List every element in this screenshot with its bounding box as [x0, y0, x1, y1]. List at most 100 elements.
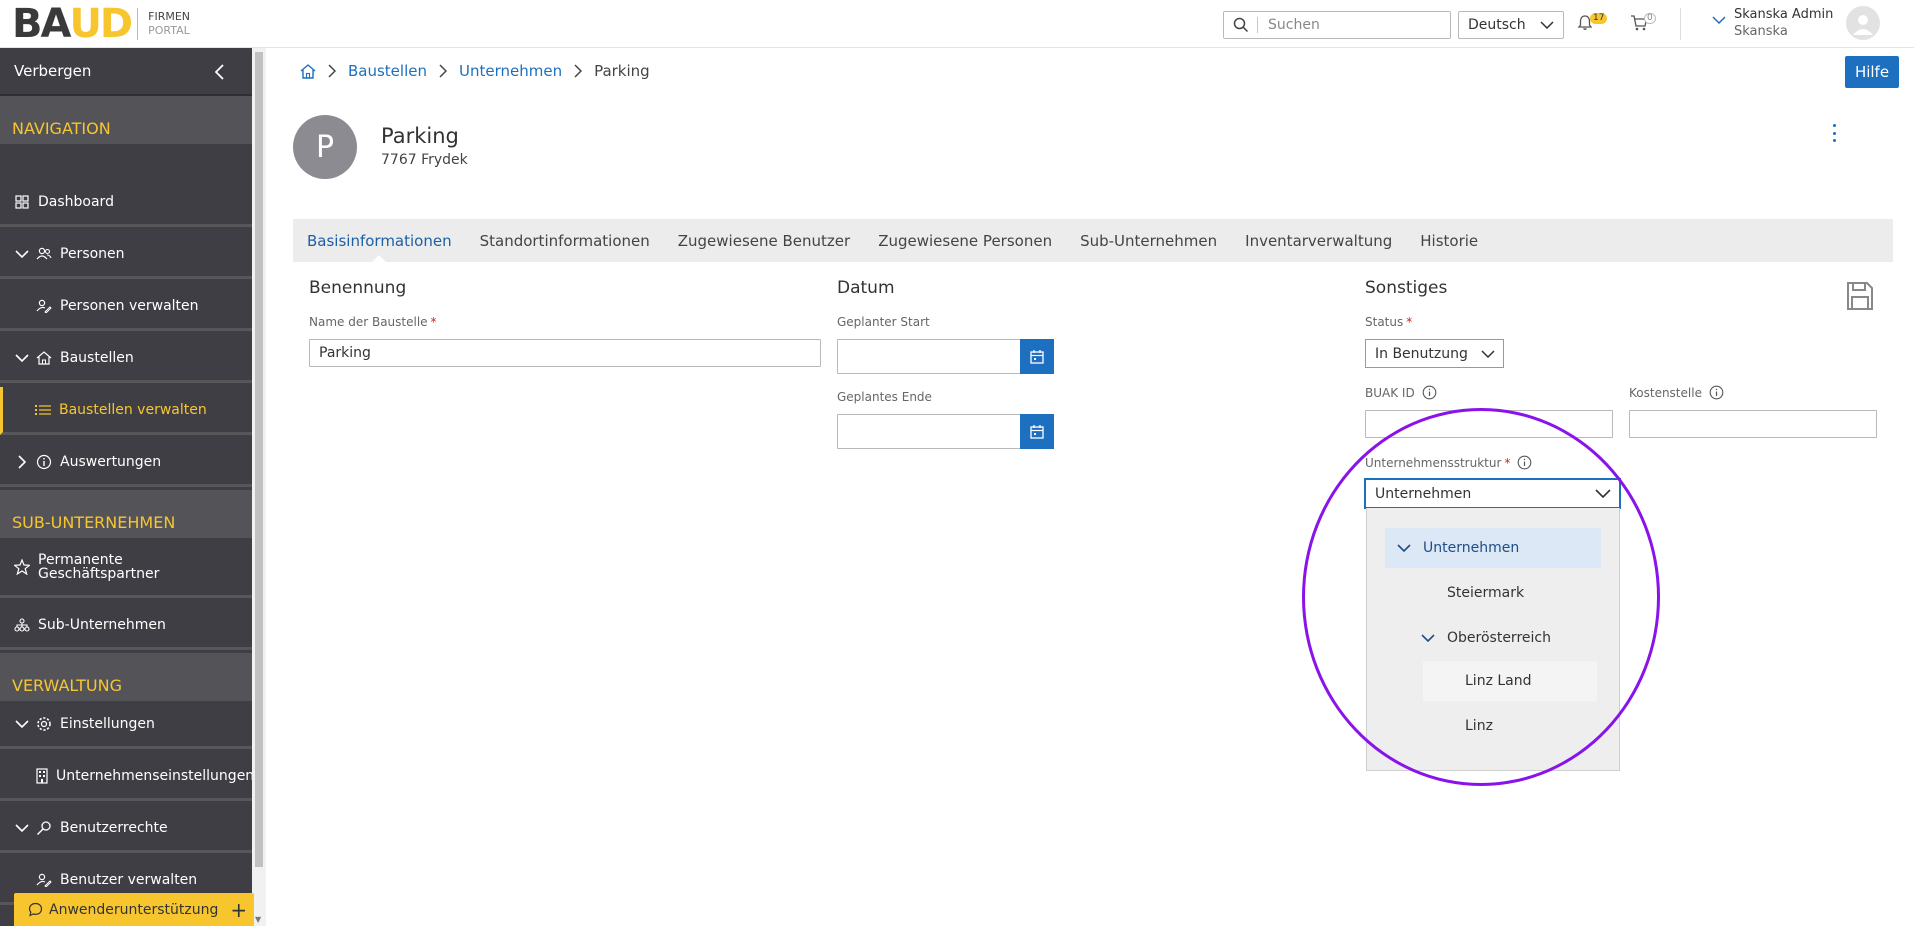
start-date-field[interactable]	[837, 339, 1021, 374]
breadcrumb: Baustellen Unternehmen Parking	[300, 62, 650, 80]
home-icon[interactable]	[300, 63, 316, 79]
calendar-icon	[1030, 349, 1044, 364]
breadcrumb-unternehmen[interactable]: Unternehmen	[459, 62, 562, 80]
sidebar-item-dashboard[interactable]: Dashboard	[0, 179, 252, 227]
sidebar-item-einstellungen[interactable]: Einstellungen	[0, 701, 252, 749]
cart-button[interactable]: 0	[1630, 13, 1660, 36]
search-icon	[1224, 17, 1258, 33]
logo[interactable]: BA UD FIRMEN PORTAL	[12, 4, 190, 44]
chevron-right-icon	[14, 454, 30, 469]
buak-label: BUAK ID	[1365, 385, 1437, 400]
logo-brand-part1: BA	[12, 1, 71, 47]
tree-item-linz[interactable]: Linz	[1465, 706, 1595, 746]
tab-historie[interactable]: Historie	[1406, 219, 1492, 262]
end-date-picker-button[interactable]	[1020, 414, 1054, 449]
sidebar: Verbergen NAVIGATION Dashboard Personen …	[0, 48, 252, 926]
grid-icon	[14, 194, 30, 210]
section-label: SUB-UNTERNEHMEN	[12, 513, 176, 532]
tree-item-label: Linz	[1465, 718, 1493, 734]
tab-inventarverwaltung[interactable]: Inventarverwaltung	[1231, 219, 1406, 262]
tab-standortinformationen[interactable]: Standortinformationen	[466, 219, 664, 262]
end-date-field[interactable]	[837, 414, 1021, 449]
sidebar-section-sub-unternehmen: SUB-UNTERNEHMEN	[0, 490, 252, 538]
chevron-down-icon	[1540, 21, 1554, 29]
save-icon[interactable]	[1846, 279, 1874, 311]
sidebar-item-label: Einstellungen	[60, 715, 155, 732]
user-avatar[interactable]	[1846, 6, 1880, 40]
building-icon	[36, 767, 48, 784]
tree-item-unternehmen[interactable]: Unternehmen	[1385, 528, 1601, 568]
page-subtitle: 7767 Frydek	[381, 152, 468, 168]
chevron-down-icon	[14, 249, 30, 258]
page-title: Parking	[381, 124, 459, 148]
list-icon	[35, 402, 51, 418]
kostenstelle-field[interactable]	[1629, 410, 1877, 438]
sidebar-item-personen[interactable]: Personen	[0, 231, 252, 279]
user-icon	[1853, 15, 1873, 35]
info-circle-icon	[36, 454, 52, 470]
section-label: NAVIGATION	[12, 119, 111, 138]
sidebar-item-benutzerrechte[interactable]: Benutzerrechte	[0, 805, 252, 853]
scroll-down-arrow-icon[interactable]: ▼	[255, 915, 261, 924]
tree-item-oberoesterreich[interactable]: Oberösterreich	[1419, 618, 1599, 658]
sidebar-item-personen-verwalten[interactable]: Personen verwalten	[0, 283, 252, 331]
notifications-button[interactable]: 17	[1576, 13, 1608, 36]
people-icon	[36, 246, 52, 262]
label-text: Geplanter Start	[837, 315, 930, 329]
search-input[interactable]	[1268, 17, 1438, 33]
section-title-sonstiges: Sonstiges	[1365, 278, 1448, 298]
tree-item-steiermark[interactable]: Steiermark	[1447, 573, 1597, 613]
sidebar-item-sub-unternehmen[interactable]: Sub-Unternehmen	[0, 602, 252, 650]
unternehmensstruktur-select[interactable]: Unternehmen	[1364, 478, 1621, 509]
logo-mark: BA UD	[12, 1, 133, 47]
sidebar-scrollbar[interactable]: ▼	[252, 48, 266, 926]
tab-zugewiesene-benutzer[interactable]: Zugewiesene Benutzer	[664, 219, 864, 262]
tab-zugewiesene-personen[interactable]: Zugewiesene Personen	[864, 219, 1066, 262]
user-menu[interactable]: Skanska Admin Skanska	[1712, 6, 1833, 40]
help-button[interactable]: Hilfe	[1845, 56, 1899, 88]
logo-brand-part2: UD	[69, 1, 133, 47]
header-divider	[1680, 8, 1681, 40]
scrollbar-thumb[interactable]	[255, 52, 263, 867]
sidebar-item-baustellen[interactable]: Baustellen	[0, 335, 252, 383]
sidebar-item-unternehmenseinstellungen[interactable]: Unternehmenseinstellungen	[0, 753, 252, 801]
name-field[interactable]: Parking	[309, 339, 821, 367]
support-label: Anwenderunterstützung	[49, 901, 219, 918]
section-title-benennung: Benennung	[309, 278, 407, 298]
required-marker: *	[1406, 315, 1413, 329]
label-text: BUAK ID	[1365, 385, 1415, 400]
cart-badge: 0	[1644, 13, 1656, 24]
language-select[interactable]: Deutsch	[1458, 11, 1564, 39]
calendar-icon	[1030, 424, 1044, 439]
section-title-datum: Datum	[837, 278, 895, 298]
buak-id-field[interactable]	[1365, 410, 1613, 438]
info-icon[interactable]	[1517, 455, 1532, 470]
info-icon[interactable]	[1709, 385, 1724, 400]
support-button[interactable]: Anwenderunterstützung +	[14, 893, 254, 926]
unternehmensstruktur-value: Unternehmen	[1375, 485, 1472, 502]
tab-basisinformationen[interactable]: Basisinformationen	[293, 219, 466, 262]
sidebar-item-auswertungen[interactable]: Auswertungen	[0, 439, 252, 487]
more-options-icon[interactable]	[1828, 122, 1840, 144]
sidebar-item-permanente-geschaeftspartner[interactable]: Permanente Geschäftspartner	[0, 538, 252, 598]
tree-item-label: Linz Land	[1465, 673, 1532, 689]
chevron-down-icon	[1481, 349, 1495, 358]
tab-sub-unternehmen[interactable]: Sub-Unternehmen	[1066, 219, 1231, 262]
chevron-down-icon	[14, 719, 30, 728]
chevron-down-icon[interactable]	[1395, 544, 1413, 552]
top-bar: BAUD FIRMEN PORTAL Deutsch 17 0 Skanska	[0, 0, 1914, 48]
start-date-picker-button[interactable]	[1020, 339, 1054, 374]
tree-item-linz-land[interactable]: Linz Land	[1423, 661, 1597, 701]
label-line2: Geschäftspartner	[38, 565, 160, 582]
star-icon	[14, 558, 30, 575]
info-icon[interactable]	[1422, 385, 1437, 400]
breadcrumb-baustellen[interactable]: Baustellen	[348, 62, 427, 80]
gear-icon	[36, 716, 52, 732]
name-value: Parking	[319, 345, 371, 361]
search-box[interactable]	[1223, 11, 1451, 39]
sidebar-item-baustellen-verwalten[interactable]: Baustellen verwalten	[0, 387, 252, 435]
status-select[interactable]: In Benutzung	[1365, 339, 1504, 368]
chevron-down-icon[interactable]	[1419, 634, 1437, 642]
sidebar-hide-toggle[interactable]: Verbergen	[0, 48, 252, 96]
tab-bar: Basisinformationen Standortinformationen…	[293, 219, 1893, 262]
